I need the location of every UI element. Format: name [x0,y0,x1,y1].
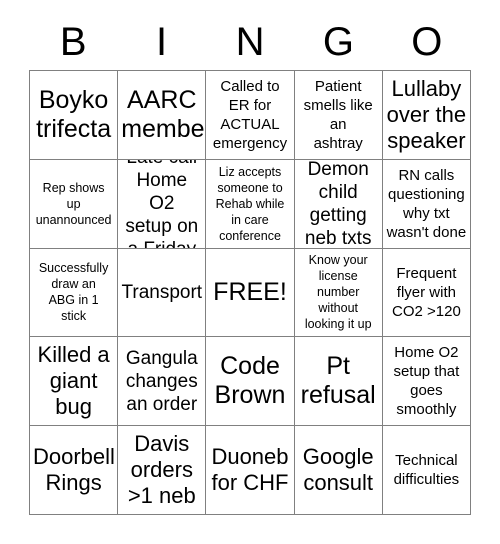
bingo-cell-text: Doorbell Rings [33,444,115,496]
bingo-cell-n2[interactable]: Liz accepts someone to Rehab while in ca… [206,159,295,249]
bingo-cell-text: Successfully draw an ABG in 1 stick [38,261,109,324]
bingo-cell-i1[interactable]: AARC member [118,71,207,160]
bingo-cell-i4[interactable]: Gangula changes an order [118,337,207,427]
bingo-cell-text: Lullaby over the speaker [386,75,467,153]
bingo-header-row: B I N G O [29,14,471,70]
bingo-header-letter-o: O [411,20,443,64]
bingo-cell-text: Pt refusal [300,352,376,410]
bingo-card: B I N G O Boyko trifecta AARC member Cal… [0,0,500,544]
bingo-cell-b3[interactable]: Successfully draw an ABG in 1 stick [30,248,119,338]
bingo-cell-text: Rep shows up unannounced [35,180,112,227]
bingo-cell-text: Home O2 setup that goes smoothly [393,344,460,419]
bingo-cell-text: FREE! [213,277,287,306]
bingo-cell-text: Davis orders >1 neb [127,431,196,509]
bingo-cell-i5[interactable]: Davis orders >1 neb [118,426,207,515]
bingo-cell-text: Liz accepts someone to Rehab while in ca… [215,164,285,243]
bingo-cell-g4[interactable]: Pt refusal [294,337,383,427]
bingo-header-letter-g: G [322,20,354,64]
bingo-cell-n5[interactable]: Duoneb for CHF [206,426,295,515]
bingo-cell-g5[interactable]: Google consult [294,426,383,515]
bingo-cell-text: Know your license number without looking… [304,253,372,332]
bingo-cell-text: Frequent flyer with CO2 >120 [391,264,461,320]
bingo-cell-text: Demon child getting neb txts [304,159,372,249]
bingo-cell-text: Transport [121,281,203,303]
bingo-cell-b5[interactable]: Doorbell Rings [30,426,119,515]
bingo-cell-g2[interactable]: Demon child getting neb txts [294,159,383,249]
bingo-cell-text: Killed a giant bug [37,342,110,420]
bingo-cell-text: Patient smells like an ashtray [303,77,373,152]
bingo-cell-text: Late call Home O2 setup on a Friday [125,160,199,248]
bingo-cell-o1[interactable]: Lullaby over the speaker [382,71,471,160]
bingo-cell-o2[interactable]: RN calls questioning why txt wasn't done [382,159,471,249]
bingo-cell-o4[interactable]: Home O2 setup that goes smoothly [382,337,471,427]
bingo-cell-text: Technical difficulties [393,452,460,489]
bingo-cell-i3[interactable]: Transport [118,248,207,338]
bingo-cell-text: Gangula changes an order [125,347,198,415]
bingo-cell-text: Duoneb for CHF [211,444,289,496]
bingo-cell-text: RN calls questioning why txt wasn't done [386,166,467,241]
bingo-cell-b2[interactable]: Rep shows up unannounced [30,159,119,249]
bingo-cell-b4[interactable]: Killed a giant bug [30,337,119,427]
bingo-cell-free-space[interactable]: FREE! [206,248,295,338]
bingo-cell-o3[interactable]: Frequent flyer with CO2 >120 [382,248,471,338]
bingo-cell-text: AARC member [121,85,207,143]
bingo-cell-g3[interactable]: Know your license number without looking… [294,248,383,338]
bingo-header-letter-n: N [235,20,265,64]
bingo-cell-i2[interactable]: Late call Home O2 setup on a Friday [118,159,207,249]
bingo-cell-n1[interactable]: Called to ER for ACTUAL emergency [206,71,295,160]
bingo-header-letter-i: I [156,20,168,64]
bingo-cell-text: Called to ER for ACTUAL emergency [212,77,288,152]
bingo-grid: Boyko trifecta AARC member Called to ER … [29,70,471,515]
bingo-cell-text: Boyko trifecta [36,85,112,143]
bingo-cell-b1[interactable]: Boyko trifecta [30,71,119,160]
bingo-cell-o5[interactable]: Technical difficulties [382,426,471,515]
bingo-header-letter-b: B [59,20,87,64]
bingo-cell-text: Google consult [302,444,374,496]
bingo-cell-g1[interactable]: Patient smells like an ashtray [294,71,383,160]
bingo-cell-text: Code Brown [214,352,286,410]
bingo-cell-n4[interactable]: Code Brown [206,337,295,427]
